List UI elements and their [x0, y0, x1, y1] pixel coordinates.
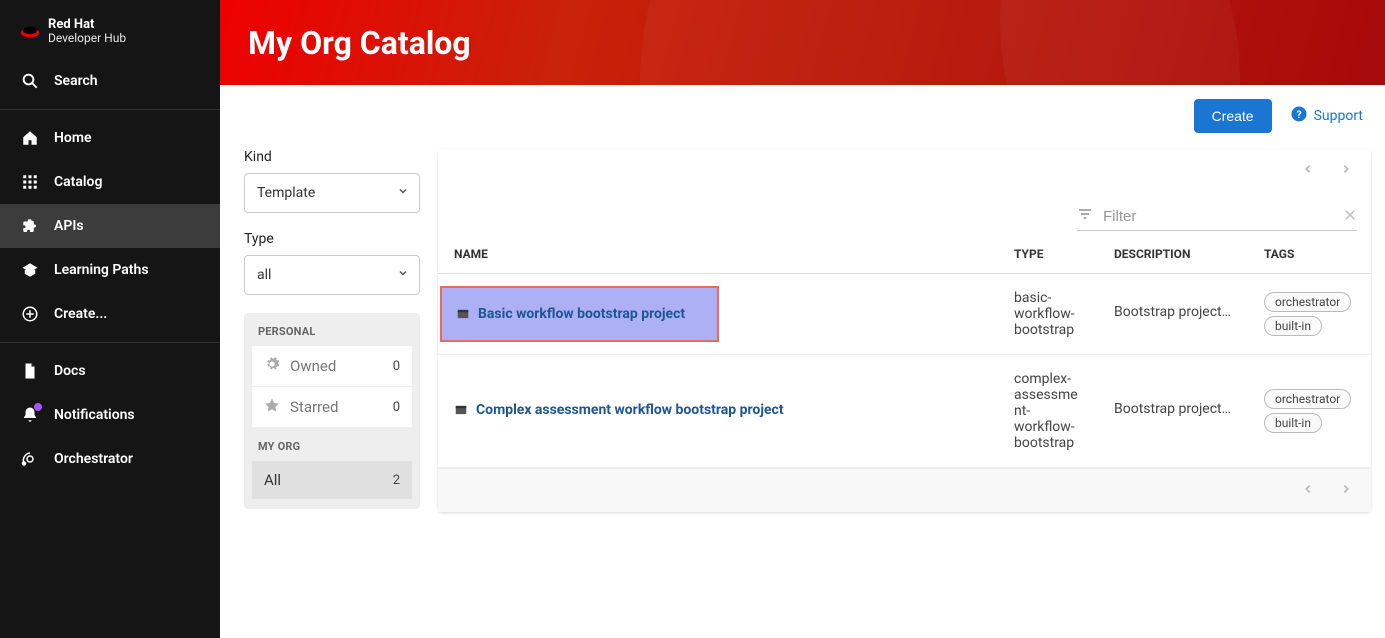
sidebar-item-home[interactable]: Home — [0, 116, 220, 160]
kind-value: Template — [257, 185, 315, 201]
template-icon — [456, 307, 470, 321]
type-select[interactable]: all — [244, 255, 420, 295]
personal-card: PERSONAL Owned 0 Starred 0 — [244, 313, 420, 509]
kind-label: Kind — [244, 149, 420, 165]
puzzle-icon — [20, 216, 40, 236]
sidebar-search-label: Search — [54, 73, 98, 89]
sidebar-item-label: Docs — [54, 363, 86, 379]
help-icon: ? — [1290, 105, 1308, 127]
sidebar-item-create[interactable]: Create... — [0, 292, 220, 336]
action-row: Create ? Support — [220, 85, 1385, 133]
sidebar-item-orchestrator[interactable]: Orchestrator — [0, 437, 220, 481]
page-title: My Org Catalog — [248, 24, 471, 62]
prev-page-button[interactable] — [1293, 157, 1323, 184]
tag-chip[interactable]: built-in — [1264, 316, 1322, 336]
tag-chip[interactable]: built-in — [1264, 413, 1322, 433]
col-name[interactable]: NAME — [438, 233, 998, 274]
school-icon — [20, 260, 40, 280]
entity-description: Bootstrap project… — [1114, 304, 1231, 320]
filter-panel: Kind Template Type all PERSONAL — [244, 149, 420, 509]
chevron-down-icon — [397, 185, 409, 201]
divider — [0, 109, 220, 110]
create-button[interactable]: Create — [1194, 99, 1272, 133]
entity-name: Basic workflow bootstrap project — [478, 306, 685, 322]
starred-label: Starred — [290, 398, 338, 416]
tag-chip[interactable]: orchestrator — [1264, 292, 1351, 312]
all-count: 2 — [393, 473, 400, 488]
gear-icon — [264, 356, 280, 376]
filter-starred[interactable]: Starred 0 — [252, 387, 412, 428]
svg-text:?: ? — [1296, 108, 1301, 121]
sidebar-item-label: APIs — [54, 218, 84, 234]
owned-count: 0 — [393, 359, 400, 374]
home-icon — [20, 128, 40, 148]
redhat-icon — [20, 22, 40, 42]
prev-page-button[interactable] — [1293, 477, 1323, 504]
sidebar-item-catalog[interactable]: Catalog — [0, 160, 220, 204]
all-label: All — [264, 471, 281, 489]
type-label: Type — [244, 231, 420, 247]
page-header: My Org Catalog — [220, 0, 1385, 85]
tag-chip[interactable]: orchestrator — [1264, 389, 1351, 409]
sidebar-item-label: Notifications — [54, 407, 135, 423]
sidebar-item-label: Create... — [54, 306, 107, 322]
entity-name: Complex assessment workflow bootstrap pr… — [476, 402, 784, 418]
entity-name-link[interactable]: Complex assessment workflow bootstrap pr… — [454, 402, 784, 418]
main-area: My Org Catalog Create ? Support Kind Tem… — [220, 0, 1385, 638]
doc-icon — [20, 361, 40, 381]
table-panel: NAME TYPE DESCRIPTION TAGS Basic workflo… — [438, 149, 1371, 512]
sidebar-item-docs[interactable]: Docs — [0, 349, 220, 393]
starred-count: 0 — [393, 400, 400, 415]
kind-select[interactable]: Template — [244, 173, 420, 213]
filter-owned[interactable]: Owned 0 — [252, 346, 412, 387]
myorg-header: MY ORG — [252, 438, 412, 461]
orchestrator-icon — [20, 449, 40, 469]
bell-icon — [20, 405, 40, 425]
brand-sub: Developer Hub — [48, 31, 126, 47]
col-description[interactable]: DESCRIPTION — [1098, 233, 1248, 274]
brand-top: Red Hat — [48, 18, 126, 31]
type-value: all — [257, 267, 271, 283]
entity-type: basic-workflow-bootstrap — [1014, 290, 1082, 338]
table-row: Basic workflow bootstrap project basic-wo… — [438, 274, 1371, 355]
brand-logo: Red Hat Developer Hub — [0, 0, 220, 59]
entity-type: complex-assessment-workflow-bootstrap — [1014, 371, 1082, 451]
sidebar-item-label: Catalog — [54, 174, 102, 190]
sidebar-item-learning[interactable]: Learning Paths — [0, 248, 220, 292]
entity-description: Bootstrap project… — [1114, 401, 1231, 417]
search-icon — [20, 71, 40, 91]
sidebar-item-label: Learning Paths — [54, 262, 149, 278]
filter-icon — [1077, 206, 1093, 226]
sidebar-item-label: Home — [54, 130, 92, 146]
sidebar-item-label: Orchestrator — [54, 451, 133, 467]
divider — [0, 342, 220, 343]
clear-icon[interactable] — [1343, 207, 1357, 226]
next-page-button[interactable] — [1331, 157, 1361, 184]
support-link[interactable]: ? Support — [1290, 105, 1363, 127]
plus-circle-icon — [20, 304, 40, 324]
catalog-table: NAME TYPE DESCRIPTION TAGS Basic workflo… — [438, 233, 1371, 468]
table-bottom-pager — [438, 468, 1371, 512]
col-type[interactable]: TYPE — [998, 233, 1098, 274]
entity-name-link[interactable]: Basic workflow bootstrap project — [440, 286, 719, 342]
chevron-down-icon — [397, 267, 409, 283]
table-row: Complex assessment workflow bootstrap pr… — [438, 355, 1371, 468]
next-page-button[interactable] — [1331, 477, 1361, 504]
table-filter[interactable] — [1077, 202, 1357, 231]
grid-icon — [20, 172, 40, 192]
star-icon — [264, 397, 280, 417]
support-label: Support — [1314, 108, 1363, 124]
sidebar-item-apis[interactable]: APIs — [0, 204, 220, 248]
col-tags[interactable]: TAGS — [1248, 233, 1371, 274]
sidebar-search[interactable]: Search — [0, 59, 220, 103]
personal-header: PERSONAL — [252, 323, 412, 346]
sidebar-item-notifications[interactable]: Notifications — [0, 393, 220, 437]
sidebar: Red Hat Developer Hub Search Home Catalo… — [0, 0, 220, 638]
owned-label: Owned — [290, 357, 336, 375]
filter-all[interactable]: All 2 — [252, 461, 412, 499]
template-icon — [454, 403, 468, 417]
filter-input[interactable] — [1103, 208, 1333, 225]
table-top-pager — [438, 149, 1371, 192]
